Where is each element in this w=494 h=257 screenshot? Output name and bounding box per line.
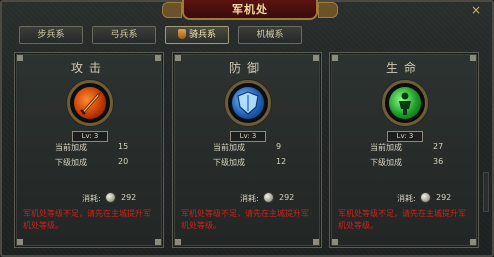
military-office-window: 军机处 × 步兵系 弓兵系 骑兵系 机械系 攻击 Lv: 3 当前加成 15 下… <box>0 0 494 257</box>
tab-cavalry[interactable]: 骑兵系 <box>165 26 229 44</box>
level-badge: Lv: 3 <box>72 131 108 142</box>
close-button[interactable]: × <box>468 3 484 17</box>
warning-text: 军机处等级不足，请先在主城提升军机处等级。 <box>23 209 151 230</box>
cost-row: 消耗: 292 <box>15 192 163 206</box>
cost-label: 消耗: <box>82 194 101 203</box>
attack-panel: 攻击 Lv: 3 当前加成 15 下级加成 20 消耗: 292 军机处等级不足… <box>14 52 164 248</box>
cost-value: 292 <box>121 193 137 202</box>
current-bonus-value: 9 <box>276 142 282 151</box>
next-bonus-label: 下级加成 <box>370 158 402 167</box>
current-bonus-row: 当前加成 9 <box>173 142 321 154</box>
tab-label: 步兵系 <box>37 30 65 40</box>
current-bonus-row: 当前加成 27 <box>330 142 478 154</box>
cost-label: 消耗: <box>240 194 259 203</box>
current-bonus-label: 当前加成 <box>55 143 87 152</box>
level-badge: Lv: 3 <box>387 131 423 142</box>
level-badge: Lv: 3 <box>230 131 266 142</box>
cost-value: 292 <box>436 193 452 202</box>
panel-title: 攻击 <box>70 61 107 75</box>
next-bonus-label: 下级加成 <box>213 158 245 167</box>
next-bonus-row: 下级加成 12 <box>173 157 321 169</box>
next-bonus-label: 下级加成 <box>55 158 87 167</box>
scrollbar[interactable] <box>483 172 489 212</box>
tab-label: 机械系 <box>256 30 284 40</box>
life-icon <box>399 92 411 115</box>
next-bonus-value: 36 <box>433 157 444 166</box>
current-bonus-label: 当前加成 <box>213 143 245 152</box>
current-bonus-value: 15 <box>118 142 129 151</box>
next-bonus-row: 下级加成 36 <box>330 157 478 169</box>
cost-label: 消耗: <box>397 194 416 203</box>
life-panel: 生命 Lv: 3 当前加成 27 下级加成 36 消耗: 292 军机处等级不足… <box>329 52 479 248</box>
shield-icon <box>237 91 259 115</box>
close-icon: × <box>470 3 482 17</box>
cost-row: 消耗: 292 <box>173 192 321 206</box>
silver-coin-icon <box>105 192 116 203</box>
warning-text: 军机处等级不足，请先在主城提升军机处等级。 <box>338 209 466 230</box>
panel-title: 防御 <box>228 61 265 75</box>
defense-panel: 防御 Lv: 3 当前加成 9 下级加成 12 消耗: 292 军机处等级不足，… <box>172 52 322 248</box>
life-upgrade-button[interactable] <box>382 80 428 126</box>
tab-label: 弓兵系 <box>110 30 138 40</box>
unit-type-tabs: 步兵系 弓兵系 骑兵系 机械系 <box>19 26 302 44</box>
horse-icon <box>177 29 186 39</box>
current-bonus-row: 当前加成 15 <box>15 142 163 154</box>
tab-label: 骑兵系 <box>188 30 216 40</box>
next-bonus-value: 20 <box>118 157 129 166</box>
current-bonus-label: 当前加成 <box>370 143 402 152</box>
defense-upgrade-button[interactable] <box>225 80 271 126</box>
silver-coin-icon <box>420 192 431 203</box>
tab-mechanical[interactable]: 机械系 <box>238 26 302 44</box>
sword-icon <box>80 91 102 115</box>
warning-text: 军机处等级不足，请先在主城提升军机处等级。 <box>181 209 309 230</box>
cost-row: 消耗: 292 <box>330 192 478 206</box>
tab-archer[interactable]: 弓兵系 <box>92 26 156 44</box>
silver-coin-icon <box>263 192 274 203</box>
panel-title: 生命 <box>385 61 422 75</box>
next-bonus-value: 12 <box>276 157 287 166</box>
next-bonus-row: 下级加成 20 <box>15 157 163 169</box>
current-bonus-value: 27 <box>433 142 444 151</box>
window-title-plaque: 军机处 <box>162 0 338 20</box>
window-title: 军机处 <box>232 3 268 16</box>
attack-upgrade-button[interactable] <box>67 80 113 126</box>
cost-value: 292 <box>279 193 295 202</box>
tab-infantry[interactable]: 步兵系 <box>19 26 83 44</box>
